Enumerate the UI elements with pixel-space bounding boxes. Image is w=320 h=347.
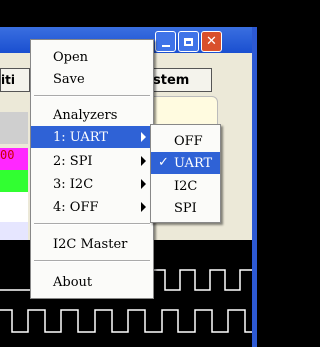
submenu-arrow-icon [141,156,146,166]
submenu-item-off[interactable]: OFF [151,130,220,152]
maximize-button[interactable] [178,31,199,52]
menu-item-save[interactable]: Save [31,68,153,90]
channel-label-grey [0,112,28,144]
toolbar-system-button[interactable]: stem [148,68,212,92]
menu-item-i2c-master[interactable]: I2C Master [31,233,153,255]
submenu-arrow-icon [141,132,146,142]
submenu-item-uart[interactable]: ✓ UART [151,152,220,174]
close-button[interactable]: ✕ [201,31,222,52]
tab-panel [148,96,218,126]
channel-label-white [0,192,28,222]
submenu-item-i2c[interactable]: I2C [151,175,220,197]
channel-label-lavender [0,222,28,240]
waveform-trace-2 [0,309,252,333]
toolbar-left-button[interactable]: iti [0,68,30,92]
analyzer-submenu: OFF ✓ UART I2C SPI [150,124,221,223]
menu-item-i2c[interactable]: 3: I2C [31,173,153,195]
menu-item-spi[interactable]: 2: SPI [31,150,153,172]
menu-item-uart[interactable]: 1: UART [31,126,153,148]
channel-label-green [0,170,28,192]
menu-item-open[interactable]: Open [31,46,153,68]
menu-item-analyzers[interactable]: Analyzers [31,104,153,126]
menu-separator [34,95,150,97]
minimize-button[interactable] [155,31,176,52]
context-menu: Open Save Analyzers 1: UART 2: SPI 3: I2… [30,39,154,299]
check-icon: ✓ [158,155,169,170]
submenu-arrow-icon [141,202,146,212]
channel-label-magenta: 00 [0,148,28,170]
submenu-item-spi[interactable]: SPI [151,197,220,219]
submenu-arrow-icon [141,179,146,189]
menu-separator [34,223,150,225]
menu-separator [34,260,150,262]
menu-item-about[interactable]: About [31,271,153,293]
menu-item-off[interactable]: 4: OFF [31,196,153,218]
